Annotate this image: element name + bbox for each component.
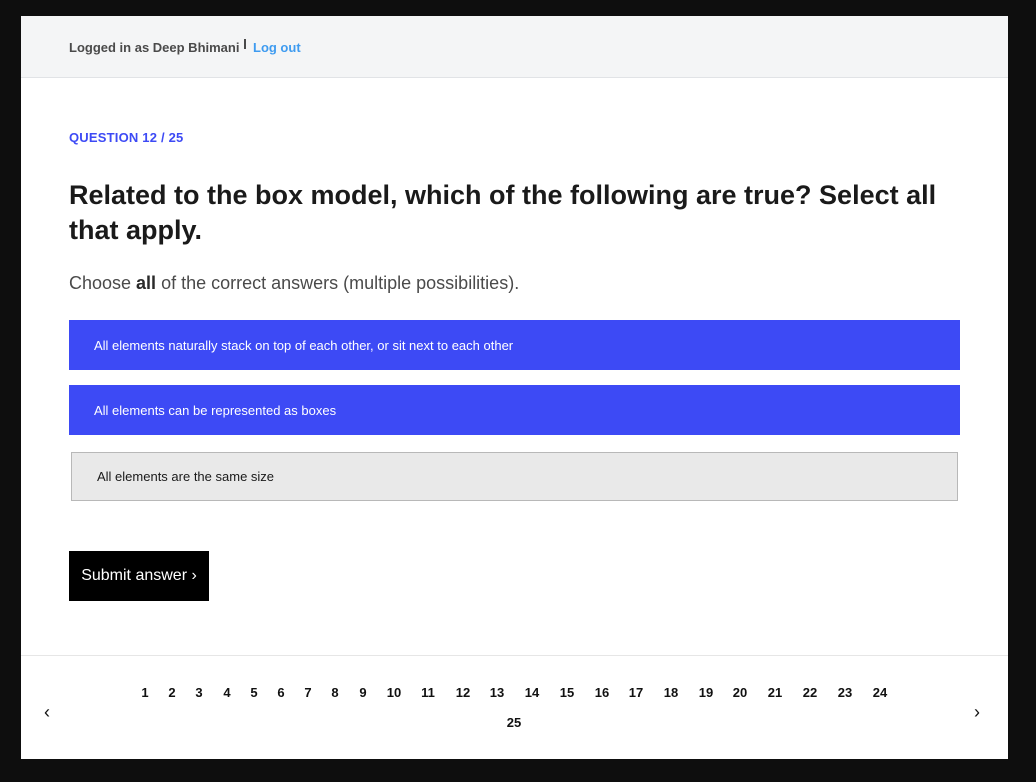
- instruction-suffix: of the correct answers (multiple possibi…: [156, 273, 520, 293]
- page-link-17[interactable]: 17: [629, 685, 643, 700]
- question-counter: QUESTION 12 / 25: [69, 130, 184, 145]
- page-link-3[interactable]: 3: [195, 685, 202, 700]
- page-link-15[interactable]: 15: [560, 685, 574, 700]
- page-link-24[interactable]: 24: [873, 685, 887, 700]
- page-link-2[interactable]: 2: [168, 685, 175, 700]
- instruction-bold: all: [136, 273, 157, 293]
- page-link-7[interactable]: 7: [304, 685, 311, 700]
- instruction-text: Choose all of the correct answers (multi…: [69, 273, 519, 294]
- page-link-23[interactable]: 23: [838, 685, 852, 700]
- logout-link[interactable]: Log out: [253, 40, 301, 55]
- quiz-window: Logged in as Deep Bhimani Log out QUESTI…: [21, 16, 1008, 759]
- pagination: ‹ 1 2 3 4 5 6 7 8 9 10 11 12 13 14 15 16…: [21, 655, 1008, 759]
- page-link-19[interactable]: 19: [699, 685, 713, 700]
- page-link-12[interactable]: 12: [456, 685, 470, 700]
- answer-option-label: All elements naturally stack on top of e…: [94, 337, 514, 353]
- answer-option-2[interactable]: All elements can be represented as boxes: [69, 385, 960, 435]
- page-link-25[interactable]: 25: [507, 715, 521, 730]
- page-link-1[interactable]: 1: [141, 685, 148, 700]
- answer-option-1[interactable]: All elements naturally stack on top of e…: [69, 320, 960, 370]
- answer-option-label: All elements are the same size: [97, 469, 275, 484]
- answer-option-3[interactable]: All elements are the same size: [71, 452, 958, 501]
- page-link-5[interactable]: 5: [250, 685, 257, 700]
- page-link-8[interactable]: 8: [331, 685, 338, 700]
- page-link-10[interactable]: 10: [387, 685, 401, 700]
- page-link-6[interactable]: 6: [277, 685, 284, 700]
- page-link-11[interactable]: 11: [421, 685, 435, 700]
- chevron-right-icon[interactable]: ›: [974, 702, 980, 723]
- page-link-22[interactable]: 22: [803, 685, 817, 700]
- question-title: Related to the box model, which of the f…: [69, 180, 937, 245]
- page-link-14[interactable]: 14: [525, 685, 539, 700]
- logged-in-text: Logged in as Deep Bhimani: [69, 40, 240, 55]
- page-link-18[interactable]: 18: [664, 685, 678, 700]
- separator: [244, 39, 246, 49]
- top-bar: Logged in as Deep Bhimani Log out: [21, 16, 1008, 78]
- page-link-20[interactable]: 20: [733, 685, 747, 700]
- page-link-13[interactable]: 13: [490, 685, 504, 700]
- page-link-16[interactable]: 16: [595, 685, 609, 700]
- page-link-4[interactable]: 4: [223, 685, 230, 700]
- submit-answer-button[interactable]: Submit answer ›: [69, 551, 209, 601]
- answer-option-label: All elements can be represented as boxes: [94, 402, 337, 418]
- page-link-9[interactable]: 9: [359, 685, 366, 700]
- instruction-prefix: Choose: [69, 273, 137, 293]
- chevron-left-icon[interactable]: ‹: [44, 702, 50, 723]
- page-link-21[interactable]: 21: [768, 685, 782, 700]
